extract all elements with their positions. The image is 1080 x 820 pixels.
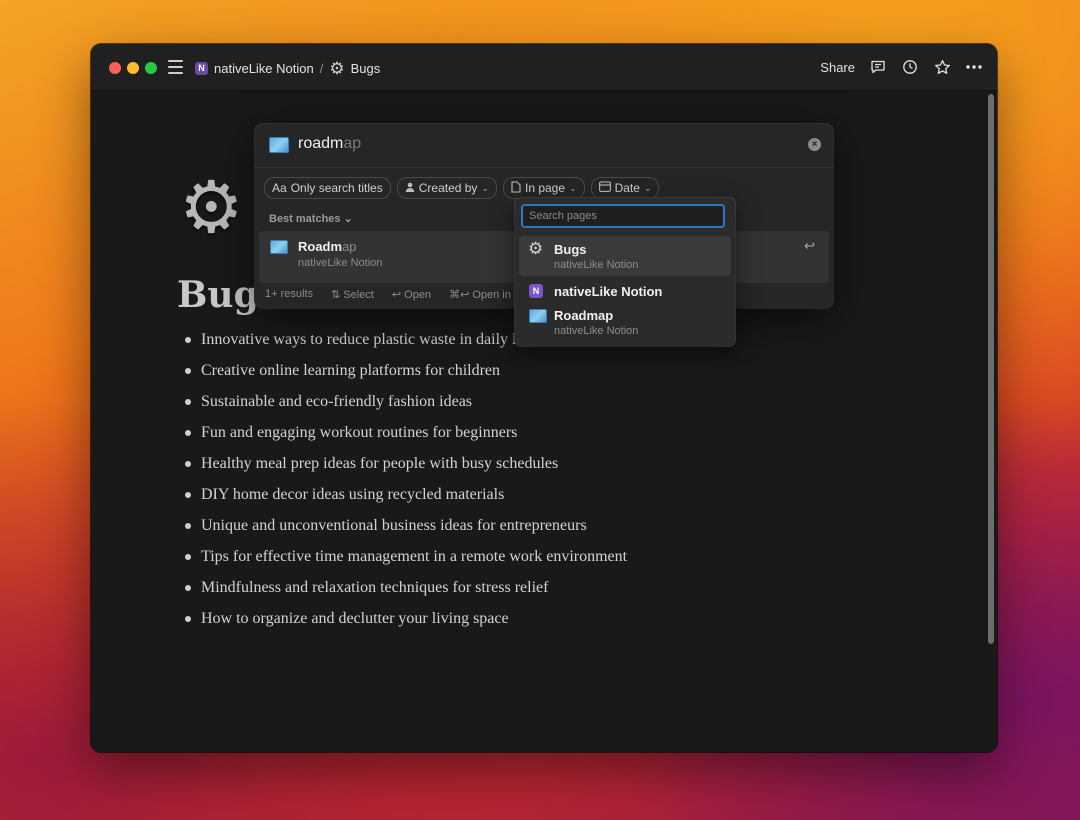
text-format-icon: Aa <box>272 181 287 195</box>
favorite-star-icon[interactable] <box>933 58 951 76</box>
notion-logo-icon: N <box>195 61 208 75</box>
dropdown-item-nativelike-notion[interactable]: N nativeLike Notion <box>519 278 731 304</box>
footer-open-in-hint: ⌘↩ Open in a <box>449 289 521 301</box>
breadcrumb: N nativeLike Notion / ⚙ Bugs <box>195 59 380 77</box>
gear-icon: ⚙ <box>528 239 544 258</box>
search-result-subtitle: nativeLike Notion <box>298 257 383 269</box>
comment-icon[interactable] <box>869 58 887 76</box>
roadmap-page-icon <box>270 240 288 254</box>
filter-date-label: Date <box>614 181 640 195</box>
clear-search-icon[interactable]: × <box>808 138 821 151</box>
calendar-icon <box>598 181 611 195</box>
search-footer: 1+ results ⇅ Select ↩ Open ⌘↩ Open in a <box>265 288 520 301</box>
filter-date[interactable]: Date ⌄ <box>590 177 660 199</box>
close-window-button[interactable] <box>109 62 121 74</box>
list-item[interactable]: How to organize and declutter your livin… <box>184 608 627 639</box>
notion-logo-icon: N <box>529 284 543 298</box>
search-pages-input[interactable] <box>521 204 725 228</box>
list-item[interactable]: Unique and unconventional business ideas… <box>184 515 627 546</box>
bullet-list: Innovative ways to reduce plastic waste … <box>184 329 627 639</box>
best-matches-label: Best matches <box>269 213 341 225</box>
footer-open-label: Open <box>404 289 432 301</box>
person-icon <box>405 181 415 195</box>
in-page-dropdown: ⚙ Bugs nativeLike Notion N nativeLike No… <box>515 198 735 346</box>
list-item[interactable]: Fun and engaging workout routines for be… <box>184 422 627 453</box>
search-input[interactable]: roadmap <box>298 135 361 153</box>
history-clock-icon[interactable] <box>901 58 919 76</box>
footer-open-in-label: Open in a <box>472 289 521 301</box>
breadcrumb-page[interactable]: Bugs <box>351 61 381 76</box>
search-result-title: Roadmap <box>298 239 357 254</box>
chevron-down-icon: ⌄ <box>569 182 577 193</box>
scrollbar[interactable] <box>988 94 994 644</box>
gear-icon: ⚙ <box>329 58 345 78</box>
dropdown-item-bugs[interactable]: ⚙ Bugs nativeLike Notion <box>519 236 731 276</box>
minimize-window-button[interactable] <box>127 62 139 74</box>
filter-created-by-label: Created by <box>418 181 478 195</box>
chevron-down-icon: ⌄ <box>343 213 353 225</box>
breadcrumb-separator: / <box>319 60 324 76</box>
page-gear-icon[interactable]: ⚙ <box>179 172 244 244</box>
list-item[interactable]: DIY home decor ideas using recycled mate… <box>184 484 627 515</box>
list-item[interactable]: Mindfulness and relaxation techniques fo… <box>184 577 627 608</box>
dropdown-item-subtitle: nativeLike Notion <box>554 325 639 337</box>
dropdown-item-title: nativeLike Notion <box>554 284 663 299</box>
filter-in-page[interactable]: In page ⌄ <box>502 177 585 199</box>
roadmap-page-icon <box>269 137 289 153</box>
search-filters: Aa Only search titles Created by ⌄ In pa… <box>264 177 660 199</box>
filter-only-titles[interactable]: Aa Only search titles <box>264 177 391 199</box>
breadcrumb-workspace[interactable]: nativeLike Notion <box>214 61 314 76</box>
search-query-typed: roadm <box>298 135 344 152</box>
search-query-completion: ap <box>343 135 362 152</box>
dropdown-item-subtitle: nativeLike Notion <box>554 259 639 271</box>
search-query-row[interactable]: roadmap × <box>255 124 833 168</box>
sidebar-toggle-icon[interactable] <box>168 60 183 74</box>
footer-select-hint: ⇅ Select <box>331 289 374 301</box>
chevron-down-icon: ⌄ <box>481 182 489 193</box>
footer-select-label: Select <box>343 289 374 301</box>
list-item[interactable]: Healthy meal prep ideas for people with … <box>184 453 627 484</box>
dropdown-item-roadmap[interactable]: Roadmap nativeLike Notion <box>519 302 731 342</box>
more-options-icon[interactable] <box>965 58 983 76</box>
title-bar: N nativeLike Notion / ⚙ Bugs Share <box>91 44 997 91</box>
result-title-match: Roadm <box>298 239 343 254</box>
enter-key-icon: ↩ <box>804 238 815 253</box>
results-count: 1+ results <box>265 288 313 300</box>
filter-in-page-label: In page <box>524 181 566 195</box>
list-item[interactable]: Sustainable and eco-friendly fashion ide… <box>184 391 627 422</box>
footer-open-hint: ↩ Open <box>391 289 432 301</box>
chevron-down-icon: ⌄ <box>643 182 652 193</box>
list-item[interactable]: Tips for effective time management in a … <box>184 546 627 577</box>
list-item[interactable]: Creative online learning platforms for c… <box>184 360 627 391</box>
toolbar: Share <box>820 58 983 76</box>
page-icon <box>511 180 521 196</box>
dropdown-item-title: Roadmap <box>554 308 614 323</box>
filter-only-titles-label: Only search titles <box>290 181 383 195</box>
zoom-window-button[interactable] <box>145 62 157 74</box>
filter-created-by[interactable]: Created by ⌄ <box>396 177 497 199</box>
dropdown-item-title: Bugs <box>554 242 587 257</box>
result-title-rest: ap <box>342 239 357 254</box>
app-window: N nativeLike Notion / ⚙ Bugs Share ⚙ Bug… <box>91 44 997 752</box>
roadmap-page-icon <box>529 309 547 323</box>
share-button[interactable]: Share <box>820 60 855 75</box>
best-matches-header[interactable]: Best matches ⌄ <box>269 212 353 225</box>
